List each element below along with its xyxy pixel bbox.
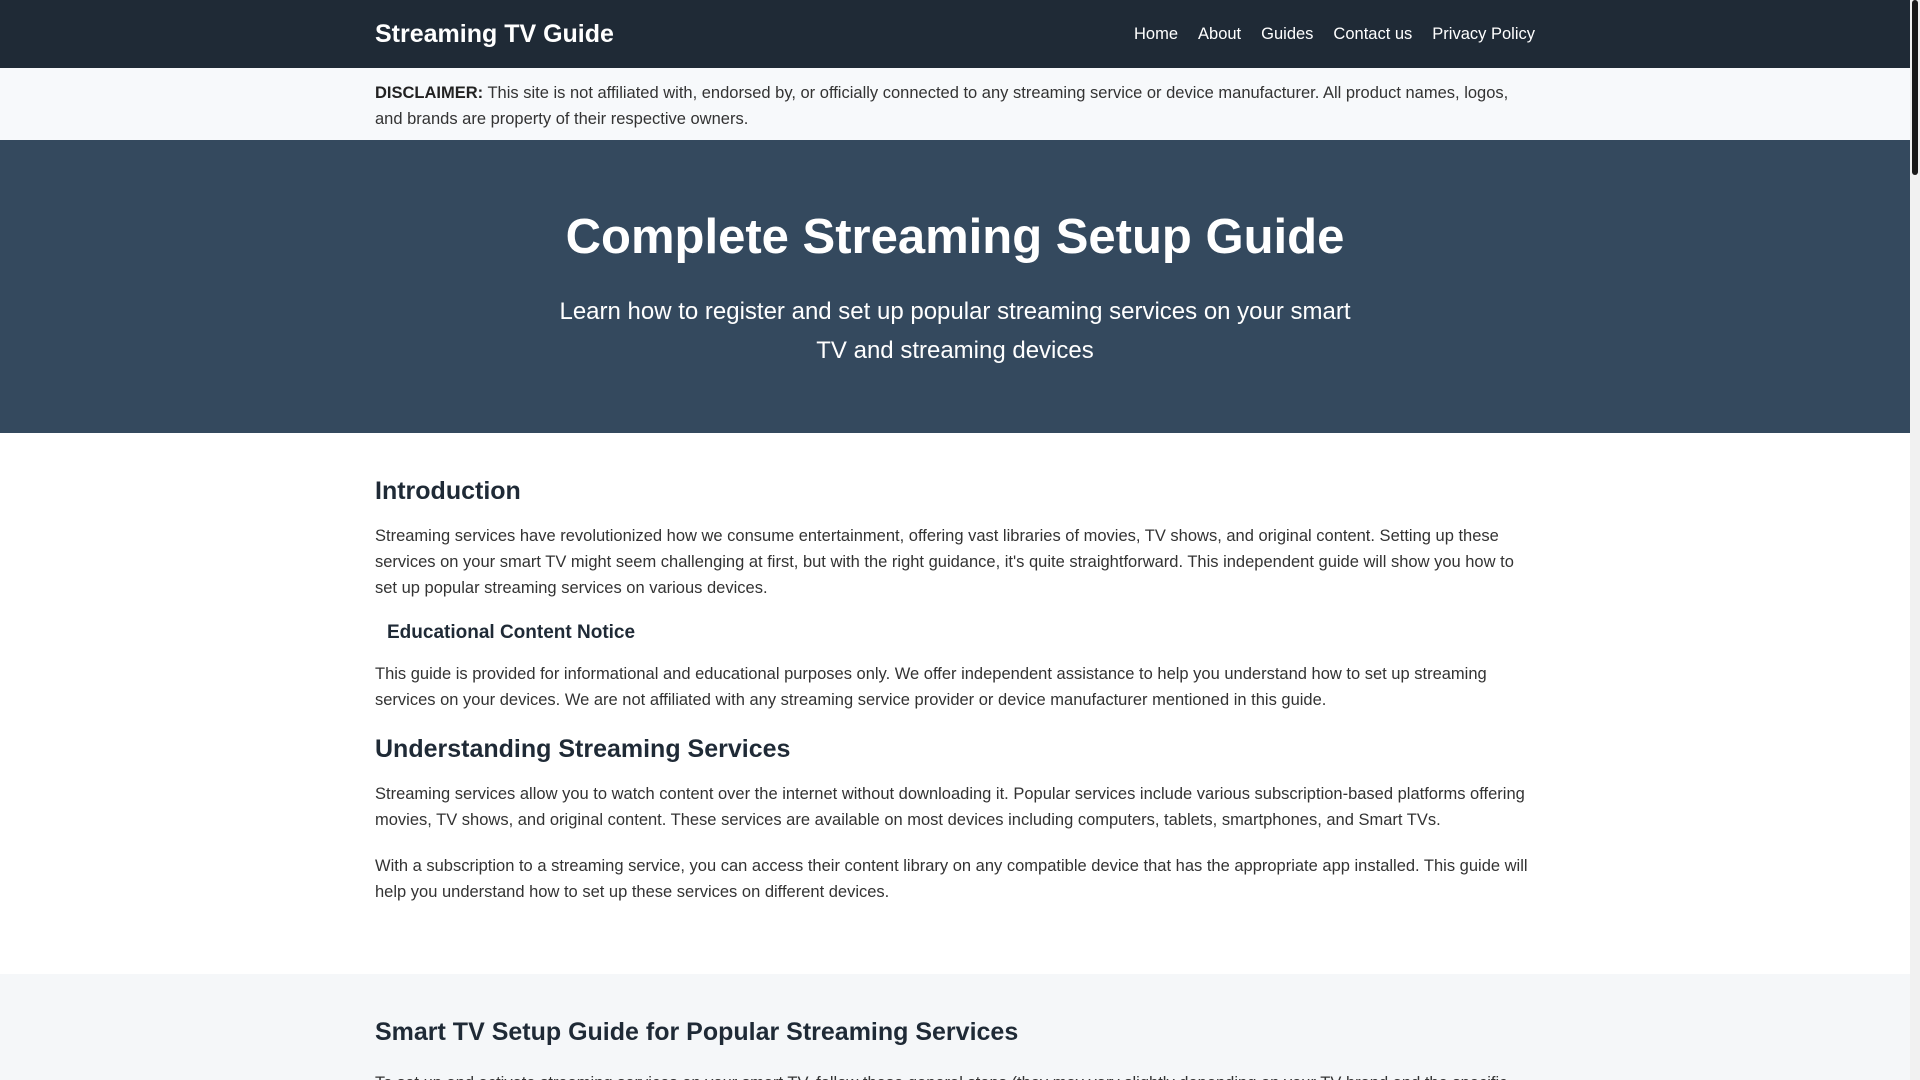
- disclaimer-label: DISCLAIMER:: [375, 84, 484, 102]
- notice-heading: Educational Content Notice: [387, 622, 636, 643]
- nav-home-link[interactable]: Home: [1134, 25, 1178, 44]
- page: Streaming TV Guide Home About Guides Con…: [0, 0, 1910, 1080]
- brand-logo-link[interactable]: Streaming TV Guide: [375, 20, 614, 49]
- hero-subtitle: Learn how to register and set up popular…: [559, 298, 1351, 364]
- disclaimer-bar: DISCLAIMER: This site is not affiliated …: [0, 68, 1910, 140]
- nav-about-link[interactable]: About: [1198, 25, 1241, 44]
- page-scrollbar[interactable]: [1910, 0, 1920, 1080]
- understanding-heading: Understanding Streaming Services: [375, 735, 791, 763]
- smart-tv-paragraph: To set up and activate streaming service…: [375, 1070, 1535, 1080]
- intro-paragraph: Streaming services have revolutionized h…: [375, 527, 1514, 597]
- nav-contact-link[interactable]: Contact us: [1333, 25, 1412, 44]
- understanding-paragraph-1: Streaming services allow you to watch co…: [375, 785, 1525, 829]
- main-content: Introduction Streaming services have rev…: [0, 433, 1910, 974]
- disclaimer-body: This site is not affiliated with, endors…: [375, 84, 1509, 128]
- main-nav: Home About Guides Contact us Privacy Pol…: [1134, 25, 1535, 44]
- disclaimer-text: DISCLAIMER: This site is not affiliated …: [375, 80, 1535, 132]
- nav-guides-link[interactable]: Guides: [1261, 25, 1313, 44]
- notice-paragraph: This guide is provided for informational…: [375, 665, 1487, 709]
- smart-tv-section: Smart TV Setup Guide for Popular Streami…: [0, 974, 1910, 1080]
- hero-banner: Complete Streaming Setup Guide Learn how…: [0, 140, 1910, 433]
- understanding-paragraph-2: With a subscription to a streaming servi…: [375, 857, 1528, 901]
- scrollbar-thumb[interactable]: [1912, 0, 1918, 175]
- intro-heading: Introduction: [375, 477, 521, 505]
- nav-privacy-link[interactable]: Privacy Policy: [1432, 25, 1535, 44]
- hero-title: Complete Streaming Setup Guide: [565, 210, 1345, 264]
- site-header: Streaming TV Guide Home About Guides Con…: [0, 0, 1910, 68]
- smart-tv-heading: Smart TV Setup Guide for Popular Streami…: [375, 1018, 1019, 1046]
